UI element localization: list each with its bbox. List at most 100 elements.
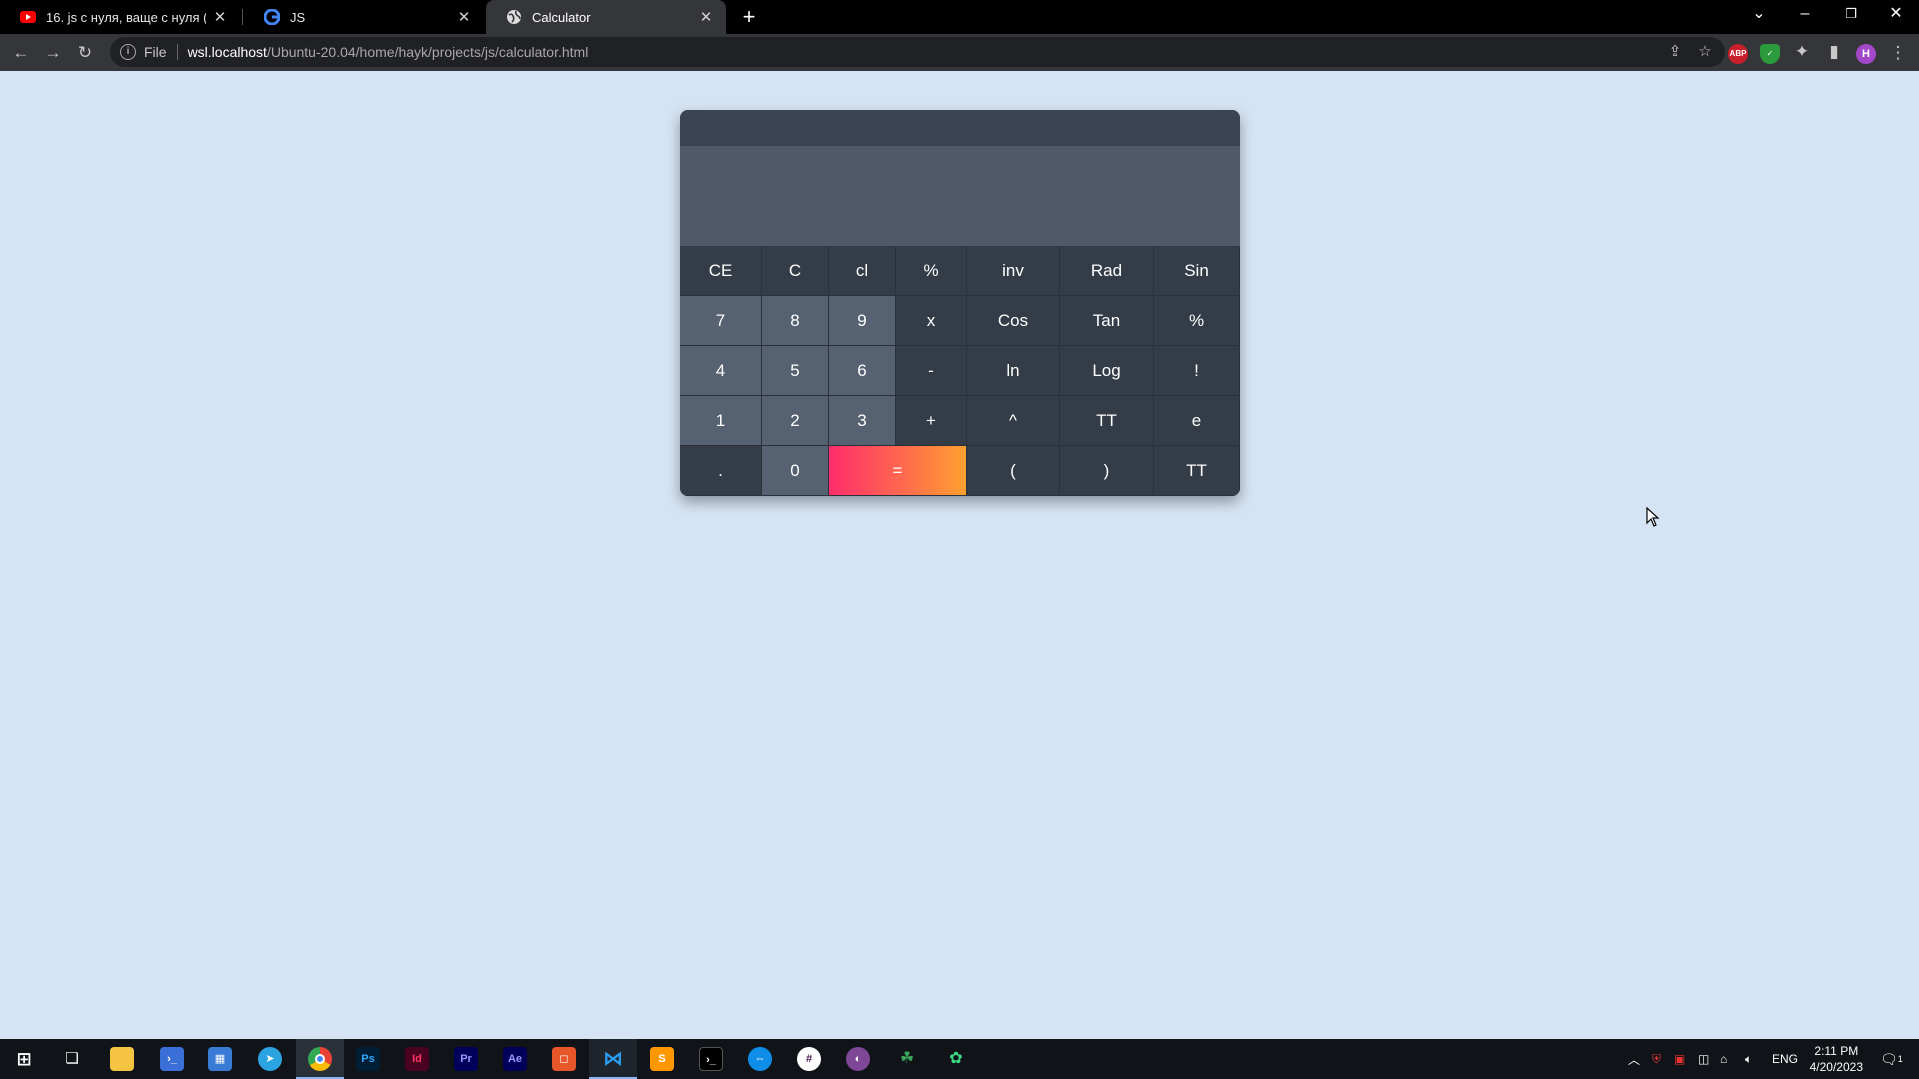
- key-c-button[interactable]: C: [762, 246, 829, 296]
- key-rad-button[interactable]: Rad: [1060, 246, 1154, 296]
- key-5-button[interactable]: 5: [762, 346, 829, 396]
- notifications-icon[interactable]: 🗨︎ 1: [1880, 1039, 1903, 1079]
- key-ce-button[interactable]: CE: [680, 246, 762, 296]
- key-2-button[interactable]: 2: [762, 396, 829, 446]
- shield-extension-icon[interactable]: ✓: [1760, 44, 1780, 64]
- key-3-button[interactable]: 3: [829, 396, 896, 446]
- bookmark-star-icon[interactable]: ☆: [1695, 42, 1715, 60]
- task-view-icon[interactable]: ❏: [60, 1047, 84, 1071]
- key-tan-button[interactable]: Tan: [1060, 296, 1154, 346]
- tray-meet-icon[interactable]: ◫: [1698, 1039, 1709, 1079]
- key-tt-button[interactable]: TT: [1154, 446, 1240, 496]
- forward-icon[interactable]: →: [39, 39, 67, 67]
- side-panel-icon[interactable]: ▮: [1820, 38, 1848, 66]
- address-bar[interactable]: i File wsl.localhost /Ubuntu-20.04/home/…: [110, 37, 1725, 67]
- teamviewer-icon[interactable]: ⇔: [748, 1047, 772, 1071]
- key-x-button[interactable]: x: [896, 296, 967, 346]
- photoshop-icon[interactable]: Ps: [356, 1047, 380, 1071]
- tab-title: 16. js с нуля, ваще с нуля (if-else: [46, 9, 206, 25]
- tab-title: JS: [290, 9, 306, 25]
- tab-js[interactable]: JS ✕: [244, 0, 484, 34]
- key-factorial-button[interactable]: !: [1154, 346, 1240, 396]
- vscode-icon[interactable]: ⋈: [601, 1047, 625, 1071]
- system-clock[interactable]: 2:11 PM 4/20/2023: [1810, 1043, 1863, 1075]
- key-close-paren-button[interactable]: ): [1060, 446, 1154, 496]
- notification-count: 1: [1897, 1054, 1903, 1064]
- clock-date: 4/20/2023: [1809, 1060, 1863, 1074]
- puzzle-extensions-icon[interactable]: ✦: [1788, 38, 1816, 66]
- tor-icon[interactable]: ◐: [846, 1047, 870, 1071]
- key-cl-button[interactable]: cl: [829, 246, 896, 296]
- address-divider: [176, 44, 178, 60]
- after-effects-icon[interactable]: Ae: [503, 1047, 527, 1071]
- profile-avatar[interactable]: H: [1856, 44, 1876, 64]
- chrome-icon[interactable]: [308, 1047, 332, 1071]
- globe-icon: [506, 9, 522, 25]
- windows-start-icon[interactable]: ⊞: [12, 1047, 36, 1071]
- close-tab-icon[interactable]: ✕: [456, 8, 472, 26]
- close-tab-icon[interactable]: ✕: [698, 8, 714, 26]
- back-icon[interactable]: ←: [7, 39, 35, 67]
- calculator-display: [680, 146, 1240, 246]
- indesign-icon[interactable]: Id: [405, 1047, 429, 1071]
- terminal-icon[interactable]: ›_: [699, 1047, 723, 1071]
- key-e-button[interactable]: e: [1154, 396, 1240, 446]
- key-open-paren-button[interactable]: (: [967, 446, 1060, 496]
- clock-time: 2:11 PM: [1814, 1044, 1859, 1058]
- new-tab-button[interactable]: +: [735, 2, 763, 32]
- tab-youtube[interactable]: 16. js с нуля, ваще с нуля (if-else ✕: [0, 0, 240, 34]
- key-4-button[interactable]: 4: [680, 346, 762, 396]
- youtube-icon: [20, 9, 36, 25]
- reload-icon[interactable]: ↻: [71, 39, 99, 67]
- tray-app-icon[interactable]: ▣: [1674, 1039, 1685, 1079]
- restore-button[interactable]: ❐: [1828, 0, 1874, 30]
- key-sin-button[interactable]: Sin: [1154, 246, 1240, 296]
- calculator-keypad: CE Ccl% inv Rad Sin 7 8 9 x Cos Tan% 4 5 6- ln Log! 1 2 3 +…: [680, 246, 1240, 496]
- key-0-button[interactable]: 0: [762, 446, 829, 496]
- tray-chevron-icon[interactable]: ︿: [1628, 1039, 1640, 1079]
- tray-shield-icon[interactable]: ⛨: [1652, 1039, 1661, 1079]
- volume-icon[interactable]: 🔈︎: [1745, 1039, 1752, 1079]
- share-icon[interactable]: ⇪: [1665, 42, 1685, 60]
- office-icon[interactable]: ◻: [552, 1047, 576, 1071]
- key-tt-button[interactable]: TT: [1060, 396, 1154, 446]
- key-percent-button[interactable]: %: [1154, 296, 1240, 346]
- sublime-icon[interactable]: S: [650, 1047, 674, 1071]
- key-ln-button[interactable]: ln: [967, 346, 1060, 396]
- key-log-button[interactable]: Log: [1060, 346, 1154, 396]
- store-icon[interactable]: ▦: [208, 1047, 232, 1071]
- key-plus-button[interactable]: +: [896, 396, 967, 446]
- key-equals-button[interactable]: =: [829, 446, 967, 496]
- file-explorer-icon[interactable]: [110, 1047, 134, 1071]
- key-8-button[interactable]: 8: [762, 296, 829, 346]
- key-cos-button[interactable]: Cos: [967, 296, 1060, 346]
- close-window-button[interactable]: ✕: [1873, 0, 1919, 30]
- key-1-button[interactable]: 1: [680, 396, 762, 446]
- premiere-icon[interactable]: Pr: [454, 1047, 478, 1071]
- telegram-icon[interactable]: ➤: [258, 1047, 282, 1071]
- menu-kebab-icon[interactable]: ⋮: [1884, 39, 1912, 67]
- info-icon[interactable]: i: [120, 44, 136, 60]
- close-tab-icon[interactable]: ✕: [212, 8, 228, 26]
- key-minus-button[interactable]: -: [896, 346, 967, 396]
- tab-calculator[interactable]: Calculator ✕: [486, 0, 726, 34]
- network-icon[interactable]: ⌂: [1720, 1039, 1727, 1079]
- key-6-button[interactable]: 6: [829, 346, 896, 396]
- language-indicator[interactable]: ENG: [1772, 1039, 1798, 1079]
- calculator: CE Ccl% inv Rad Sin 7 8 9 x Cos Tan% 4 5 6- ln Log! 1 2 3 +…: [680, 110, 1240, 496]
- key-percent-button[interactable]: %: [896, 246, 967, 296]
- slack-icon[interactable]: #: [797, 1047, 821, 1071]
- lizard-icon[interactable]: ☘: [895, 1047, 919, 1071]
- google-icon: [264, 9, 280, 25]
- key-9-button[interactable]: 9: [829, 296, 896, 346]
- key-inv-button[interactable]: inv: [967, 246, 1060, 296]
- key-decimal-button[interactable]: .: [680, 446, 762, 496]
- key-power-button[interactable]: ^: [967, 396, 1060, 446]
- minimize-button[interactable]: –: [1782, 0, 1828, 30]
- adblock-icon[interactable]: ABP: [1728, 44, 1748, 64]
- key-7-button[interactable]: 7: [680, 296, 762, 346]
- tab-search-icon[interactable]: ⌄: [1736, 0, 1782, 30]
- address-path: /Ubuntu-20.04/home/hayk/projects/js/calc…: [266, 44, 589, 60]
- android-icon[interactable]: ✿: [944, 1047, 968, 1071]
- powershell-icon[interactable]: ›_: [160, 1047, 184, 1071]
